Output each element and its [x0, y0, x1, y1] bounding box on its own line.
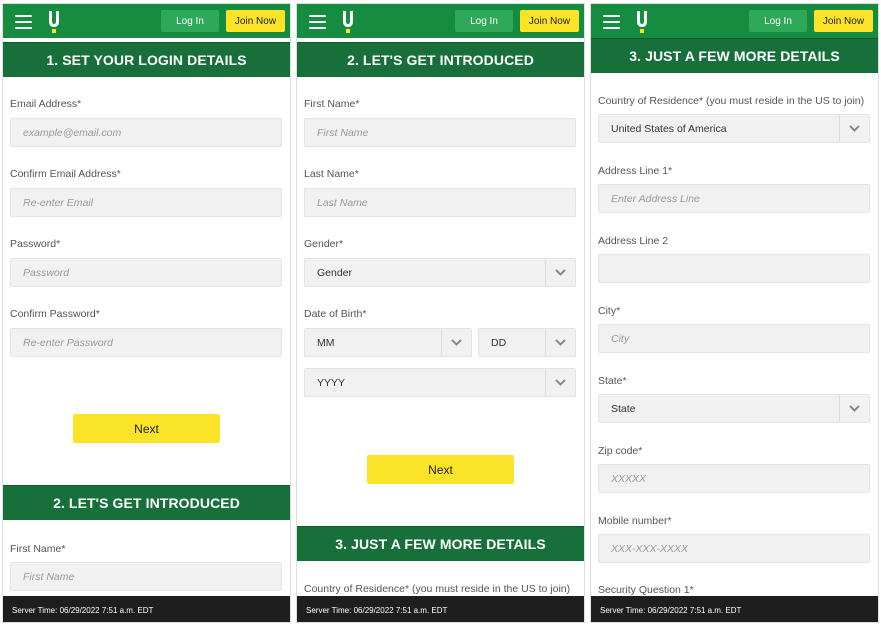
- section-title-intro: 2. LET'S GET INTRODUCED: [297, 42, 584, 77]
- address-line-1-placeholder: Enter Address Line: [611, 193, 700, 205]
- phone-screen-login: Log In Join Now 1. SET YOUR LOGIN DETAIL…: [2, 3, 291, 623]
- password-placeholder: Password: [23, 267, 70, 279]
- first-name-label: First Name*: [304, 98, 360, 110]
- country-label: Country of Residence* (you must reside i…: [304, 583, 571, 595]
- first-name-field[interactable]: First Name: [10, 562, 282, 591]
- gender-label: Gender*: [304, 238, 344, 250]
- state-select[interactable]: State: [598, 394, 870, 423]
- join-now-button[interactable]: Join Now: [814, 10, 873, 32]
- dob-year-select[interactable]: YYYY: [304, 368, 576, 397]
- top-header: Log In Join Now: [591, 4, 878, 38]
- confirm-password-field[interactable]: Re-enter Password: [10, 328, 282, 357]
- next-button[interactable]: Next: [367, 455, 514, 484]
- city-placeholder: City: [611, 333, 630, 345]
- email-field[interactable]: example@email.com: [10, 118, 282, 147]
- city-field[interactable]: City: [598, 324, 870, 353]
- menu-icon[interactable]: [309, 15, 326, 29]
- server-time-footer: Server Time: 06/29/2022 7:51 a.m. EDT: [297, 596, 584, 622]
- menu-icon[interactable]: [15, 15, 32, 29]
- mobile-number-label: Mobile number*: [598, 515, 672, 527]
- dob-month-select[interactable]: MM: [304, 328, 472, 357]
- mobile-number-field[interactable]: XXX-XXX-XXXX: [598, 534, 870, 563]
- confirm-email-field[interactable]: Re-enter Email: [10, 188, 282, 217]
- address-line-1-label: Address Line 1*: [598, 165, 673, 177]
- zip-code-placeholder: XXXXX: [611, 473, 647, 485]
- mobile-number-placeholder: XXX-XXX-XXXX: [611, 543, 689, 555]
- first-name-placeholder: First Name: [23, 571, 75, 583]
- top-header: Log In Join Now: [297, 4, 584, 38]
- password-label: Password*: [10, 238, 61, 250]
- last-name-label: Last Name*: [304, 168, 359, 180]
- address-line-2-field[interactable]: [598, 254, 870, 283]
- confirm-email-placeholder: Re-enter Email: [23, 197, 94, 209]
- gender-select[interactable]: Gender: [304, 258, 576, 287]
- dob-day-select[interactable]: DD: [478, 328, 576, 357]
- confirm-password-placeholder: Re-enter Password: [23, 337, 113, 349]
- zip-code-label: Zip code*: [598, 445, 643, 457]
- server-time-footer: Server Time: 06/29/2022 7:51 a.m. EDT: [3, 596, 290, 622]
- address-line-2-label: Address Line 2: [598, 235, 669, 247]
- chevron-down-icon[interactable]: [839, 395, 869, 422]
- security-question-label: Security Question 1*: [598, 584, 694, 596]
- section-title-intro: 2. LET'S GET INTRODUCED: [3, 485, 290, 520]
- chevron-down-icon[interactable]: [545, 369, 575, 396]
- next-button[interactable]: Next: [73, 414, 220, 443]
- brand-logo[interactable]: [635, 10, 649, 34]
- first-name-field[interactable]: First Name: [304, 118, 576, 147]
- join-now-button[interactable]: Join Now: [226, 10, 285, 32]
- section-title-details: 3. JUST A FEW MORE DETAILS: [297, 526, 584, 561]
- section-title-login: 1. SET YOUR LOGIN DETAILS: [3, 42, 290, 77]
- brand-logo[interactable]: [47, 10, 61, 34]
- gender-value: Gender: [317, 267, 353, 279]
- login-button[interactable]: Log In: [161, 10, 219, 32]
- first-name-placeholder: First Name: [317, 127, 369, 139]
- chevron-down-icon[interactable]: [545, 259, 575, 286]
- phone-screen-details: Log In Join Now 3. JUST A FEW MORE DETAI…: [590, 3, 879, 623]
- first-name-label: First Name*: [10, 543, 66, 555]
- dob-month-value: MM: [317, 337, 335, 349]
- menu-icon[interactable]: [603, 15, 620, 29]
- confirm-password-label: Confirm Password*: [10, 308, 100, 320]
- brand-logo[interactable]: [341, 10, 355, 34]
- country-select[interactable]: United States of America: [598, 114, 870, 143]
- confirm-email-label: Confirm Email Address*: [10, 168, 121, 180]
- dob-year-value: YYYY: [317, 377, 346, 389]
- email-placeholder: example@email.com: [23, 127, 122, 139]
- login-button[interactable]: Log In: [455, 10, 513, 32]
- join-now-button[interactable]: Join Now: [520, 10, 579, 32]
- login-button[interactable]: Log In: [749, 10, 807, 32]
- state-value: State: [611, 403, 636, 415]
- last-name-placeholder: Last Name: [317, 197, 368, 209]
- password-field[interactable]: Password: [10, 258, 282, 287]
- dob-label: Date of Birth*: [304, 308, 367, 320]
- chevron-down-icon[interactable]: [441, 329, 471, 356]
- top-header: Log In Join Now: [3, 4, 290, 38]
- phone-screen-intro: Log In Join Now 2. LET'S GET INTRODUCED …: [296, 3, 585, 623]
- chevron-down-icon[interactable]: [839, 115, 869, 142]
- country-value: United States of America: [611, 123, 727, 135]
- last-name-field[interactable]: Last Name: [304, 188, 576, 217]
- state-label: State*: [598, 375, 627, 387]
- email-label: Email Address*: [10, 98, 82, 110]
- dob-day-value: DD: [491, 337, 507, 349]
- country-label: Country of Residence* (you must reside i…: [598, 95, 865, 107]
- chevron-down-icon[interactable]: [545, 329, 575, 356]
- server-time-footer: Server Time: 06/29/2022 7:51 a.m. EDT: [591, 596, 878, 622]
- zip-code-field[interactable]: XXXXX: [598, 464, 870, 493]
- address-line-1-field[interactable]: Enter Address Line: [598, 184, 870, 213]
- section-title-details: 3. JUST A FEW MORE DETAILS: [591, 38, 878, 73]
- city-label: City*: [598, 305, 621, 317]
